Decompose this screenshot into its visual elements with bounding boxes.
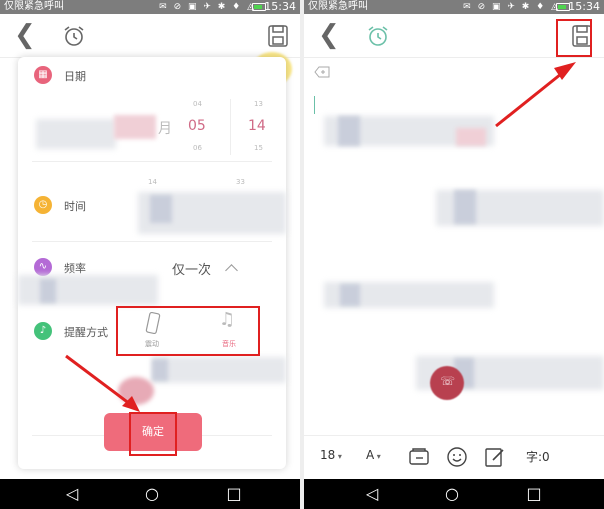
blurred-time-block [150, 195, 172, 223]
carrier-text: 仅限紧急呼叫 [308, 1, 368, 12]
frequency-value[interactable]: 仅一次 [172, 259, 211, 278]
top-toolbar: ❮ [0, 14, 300, 58]
divider-1 [32, 161, 272, 162]
status-bar: 仅限紧急呼叫 ✉ ⊘ ▣ ✈ ✱ ♦ ◬ 15:34 [0, 0, 300, 14]
caret-down-icon: ▾ [335, 452, 342, 461]
alarm-clock-icon[interactable] [366, 24, 390, 48]
hour-above: 14 [148, 178, 157, 186]
carrier-text: 仅限紧急呼叫 [4, 1, 64, 12]
blurred-date-area [114, 115, 156, 139]
emoji-icon[interactable] [446, 446, 468, 468]
status-time: 15:34 [568, 0, 600, 13]
char-count: 字:0 [526, 450, 550, 464]
font-style-selector[interactable]: A ▾ [366, 448, 381, 462]
status-icons: ✉ ⊘ ▣ ✈ ✱ ♦ ◬ [463, 2, 560, 12]
bell-icon: ♪ [34, 322, 52, 340]
divider-2 [32, 241, 272, 242]
font-size-selector[interactable]: 18 ▾ [320, 448, 342, 462]
blurred-overlay-block [40, 279, 56, 303]
time-label: 时间 [64, 200, 86, 213]
minute-above: 33 [236, 178, 245, 186]
blurred-line-2-block [454, 190, 476, 224]
date-label: 日期 [64, 70, 86, 83]
status-time: 15:34 [264, 0, 296, 13]
blurred-overlay-bottom [152, 357, 286, 383]
note-content[interactable]: ☏ [304, 100, 604, 430]
android-nav-bar: ◁ ○ □ [0, 479, 300, 509]
day-below: 15 [254, 144, 263, 152]
android-nav-bar: ◁ ○ □ [304, 479, 604, 509]
home-nav-icon[interactable]: ○ [432, 479, 472, 509]
calendar-icon: ▦ [34, 66, 52, 84]
handwriting-icon[interactable] [484, 446, 506, 468]
date-partial-char: 月 [158, 121, 172, 137]
reminder-options-highlight [116, 306, 260, 356]
frequency-label: 频率 [64, 262, 86, 275]
date-picker[interactable]: 月 04 05 06 13 14 15 [18, 93, 286, 163]
day-selected: 14 [248, 118, 266, 134]
blurred-line-1-block [338, 116, 360, 146]
month-selected: 05 [188, 118, 206, 134]
day-above: 13 [254, 100, 263, 108]
month-below: 06 [193, 144, 202, 152]
tag-add-icon[interactable] [314, 66, 330, 78]
clock-icon: ◷ [34, 196, 52, 214]
caret-down-icon: ▾ [374, 452, 381, 461]
reminder-dialog: ▦ 日期 月 04 05 06 13 14 15 ◷ 时间 14 33 ∿ 频率… [18, 57, 286, 469]
back-nav-icon[interactable]: ◁ [352, 479, 392, 509]
home-nav-icon[interactable]: ○ [132, 479, 172, 509]
recents-nav-icon[interactable]: □ [514, 479, 554, 509]
pink-circle-blob [118, 377, 154, 405]
reminder-label: 提醒方式 [64, 326, 108, 339]
blurred-line-1-pink [456, 128, 486, 146]
image-folder-icon[interactable] [408, 446, 430, 468]
blurred-year-column [36, 119, 116, 149]
chevron-up-icon[interactable] [225, 264, 238, 277]
month-above: 04 [193, 100, 202, 108]
save-button-highlight [556, 19, 592, 57]
back-arrow-icon[interactable]: ❮ [14, 22, 36, 48]
confirm-button-highlight [129, 412, 177, 456]
alarm-clock-icon[interactable] [62, 24, 86, 48]
blurred-overlay-left [18, 275, 158, 305]
back-nav-icon[interactable]: ◁ [52, 479, 92, 509]
editor-bottom-toolbar: 18 ▾ A ▾ 字:0 [304, 435, 604, 479]
blurred-overlay-bottom-block [152, 359, 168, 381]
recents-nav-icon[interactable]: □ [214, 479, 254, 509]
wave-icon: ∿ [34, 258, 52, 276]
font-size-value: 18 [320, 448, 336, 462]
note-editor-screen: 仅限紧急呼叫 ✉ ⊘ ▣ ✈ ✱ ♦ ◬ 15:34 ❮ ☏ 18 ▾ A ▾ … [304, 0, 604, 509]
picker-divider [230, 99, 231, 155]
blurred-line-3-block [340, 284, 360, 306]
font-style-value: A [366, 448, 375, 462]
back-arrow-icon[interactable]: ❮ [318, 22, 340, 48]
reminder-settings-screen: 仅限紧急呼叫 ✉ ⊘ ▣ ✈ ✱ ♦ ◬ 15:34 ❮ ▦ 日期 月 04 0… [0, 0, 300, 509]
phone-icon: ☏ [440, 374, 456, 388]
status-icons: ✉ ⊘ ▣ ✈ ✱ ♦ ◬ [159, 2, 256, 12]
status-bar: 仅限紧急呼叫 ✉ ⊘ ▣ ✈ ✱ ♦ ◬ 15:34 [304, 0, 604, 14]
save-icon[interactable] [268, 25, 288, 47]
